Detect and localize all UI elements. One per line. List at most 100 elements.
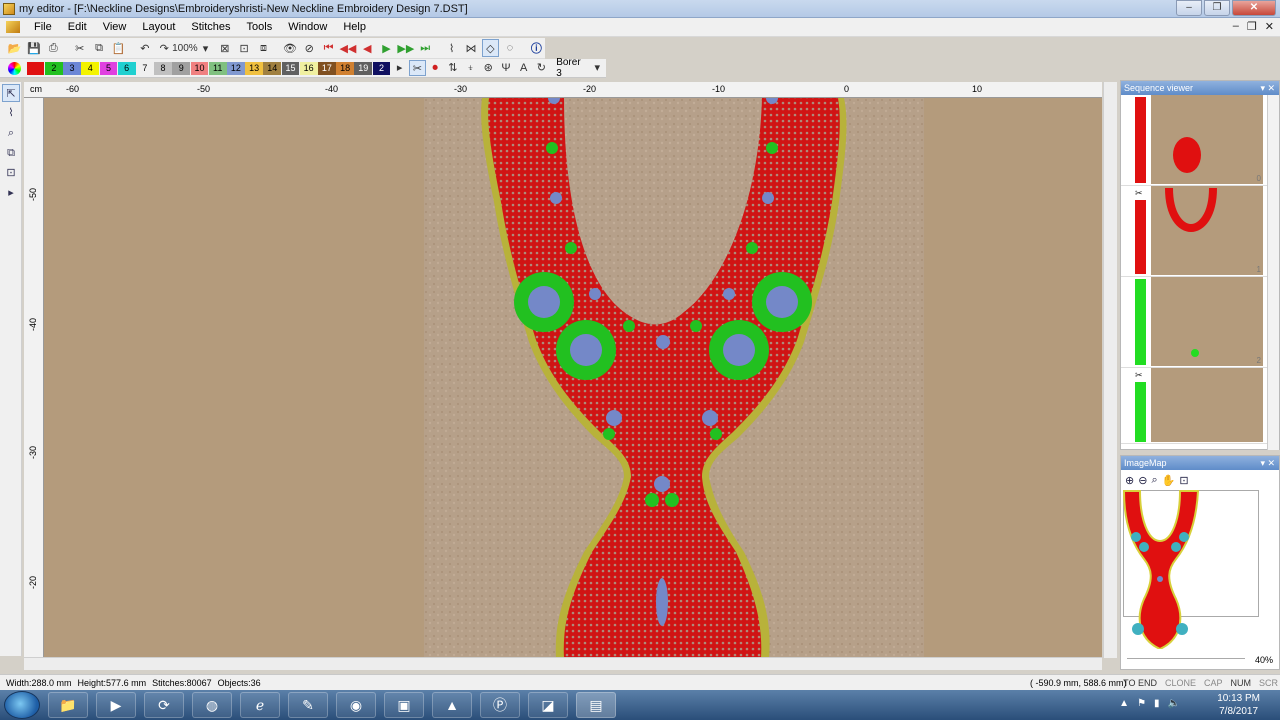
color-swatch[interactable]: 17	[318, 61, 336, 75]
sequence-scrollbar[interactable]	[1267, 95, 1279, 450]
menu-window[interactable]: Window	[280, 21, 335, 33]
hide-icon[interactable]: ⊘	[301, 39, 318, 57]
color-swatch[interactable]: 13	[245, 61, 263, 75]
zoom-slider[interactable]	[1127, 658, 1245, 659]
color-swatch[interactable]: 5	[99, 61, 118, 75]
fit-width-icon[interactable]: ⊡	[236, 39, 253, 57]
first-stitch-icon[interactable]: ⏮	[320, 39, 337, 57]
menu-layout[interactable]: Layout	[134, 21, 183, 33]
start-button[interactable]	[4, 691, 40, 719]
ie-icon[interactable]: ℯ	[240, 692, 280, 718]
color-swatch[interactable]: 12	[227, 61, 245, 75]
zoom-icon[interactable]: ⌕	[1151, 474, 1157, 487]
color-swatch[interactable]: 14	[263, 61, 282, 75]
next-stitch-icon[interactable]: ▶	[378, 39, 395, 57]
scissors-icon[interactable]: ✂	[408, 60, 427, 76]
vlc-icon[interactable]: ▲	[432, 692, 472, 718]
chevron-right-icon[interactable]: ▸	[2, 184, 20, 202]
color-swatch[interactable]: 18	[336, 61, 354, 75]
color-swatch[interactable]: 19	[354, 61, 373, 75]
zoom-out-icon[interactable]: ⊖	[1138, 474, 1147, 487]
stitch-edit-icon[interactable]: ⌇	[2, 104, 20, 122]
color-swatch[interactable]: 11	[208, 61, 227, 75]
prev-color-icon[interactable]: ◀◀	[339, 39, 356, 57]
sequence-item[interactable]: 0	[1121, 95, 1279, 186]
copy-icon[interactable]: ⧉	[90, 39, 107, 57]
cut-icon[interactable]: ✂	[71, 39, 88, 57]
close-icon[interactable]: ▾ ✕	[1260, 81, 1275, 95]
select-shape-icon[interactable]: ◇	[481, 39, 500, 57]
print-icon[interactable]: ⎙	[45, 39, 62, 57]
thread-select[interactable]: Borer 3	[556, 57, 588, 79]
firefox-icon[interactable]: ◍	[192, 692, 232, 718]
flag-icon[interactable]: ⚑	[1137, 698, 1146, 709]
horizontal-scrollbar[interactable]	[24, 657, 1102, 670]
p-app-icon[interactable]: Ⓟ	[480, 692, 520, 718]
doc-minimize-button[interactable]: –	[1233, 20, 1239, 33]
next-color-icon[interactable]: ▶▶	[397, 39, 414, 57]
color-swatch[interactable]: 4	[81, 61, 100, 75]
menu-stitches[interactable]: Stitches	[183, 21, 238, 33]
info-icon[interactable]: ⓘ	[528, 39, 545, 57]
color-swatch[interactable]: 16	[299, 61, 318, 75]
network-icon[interactable]: ▮	[1154, 698, 1160, 709]
color-swatch[interactable]	[26, 61, 45, 75]
show-hidden-icon[interactable]: ▲	[1119, 698, 1129, 709]
trim-icon[interactable]: ⇅	[444, 60, 462, 76]
color-swatch[interactable]: 6	[117, 61, 136, 75]
color-swatch[interactable]: 3	[63, 61, 81, 75]
paste-icon[interactable]: 📋	[110, 39, 127, 57]
color-swatch[interactable]: 10	[190, 61, 209, 75]
pan-icon[interactable]: ⧉	[2, 144, 20, 162]
menu-edit[interactable]: Edit	[60, 21, 95, 33]
sequence-item[interactable]: ✂ 1	[1121, 186, 1279, 277]
text-icon[interactable]: A	[515, 60, 533, 76]
menu-file[interactable]: File	[26, 21, 60, 33]
doc-restore-button[interactable]: ❐	[1247, 20, 1257, 33]
clock[interactable]: 10:13 PM 7/8/2017	[1217, 692, 1260, 718]
sequence-item[interactable]: 2	[1121, 277, 1279, 368]
select-icon[interactable]: ⇱	[2, 84, 20, 102]
media-player-icon[interactable]: ▶	[96, 692, 136, 718]
undo-icon[interactable]: ↶	[136, 39, 153, 57]
stop-icon[interactable]: ⏺	[426, 60, 444, 76]
design-canvas[interactable]: cm -60 -50 -40 -30 -20 -10 0 10 -50 -40 …	[24, 82, 1102, 658]
menu-view[interactable]: View	[95, 21, 135, 33]
zoom-icon[interactable]: ⌕	[2, 124, 20, 142]
jump-icon[interactable]: Ψ	[497, 60, 515, 76]
notepad-icon[interactable]: ✎	[288, 692, 328, 718]
hoop-icon[interactable]: ⊛	[479, 60, 497, 76]
close-button[interactable]: ✕	[1232, 0, 1276, 16]
sequence-item[interactable]: ✂	[1121, 368, 1279, 444]
fit-icon[interactable]: ⊡	[1179, 474, 1188, 487]
chevron-down-icon[interactable]: ▾	[588, 60, 606, 76]
measure-icon[interactable]: ⊡	[2, 164, 20, 182]
close-icon[interactable]: ▾ ✕	[1260, 456, 1275, 470]
hand-icon[interactable]: ✋	[1162, 474, 1176, 487]
open-icon[interactable]: 📂	[6, 39, 23, 57]
prev-stitch-icon[interactable]: ◀	[359, 39, 376, 57]
menu-help[interactable]: Help	[335, 21, 374, 33]
volume-icon[interactable]: 🔈	[1168, 698, 1180, 709]
doc-close-button[interactable]: ✕	[1265, 20, 1274, 33]
color-swatch[interactable]: 9	[172, 61, 191, 75]
color-swatch[interactable]: 2	[372, 61, 391, 75]
show-icon[interactable]: 👁	[281, 39, 298, 57]
chrome-icon[interactable]: ◉	[336, 692, 376, 718]
maximize-button[interactable]: ❐	[1204, 0, 1230, 16]
color-swatch[interactable]: 8	[154, 61, 172, 75]
app-window-icon[interactable]: ▣	[384, 692, 424, 718]
color-wheel-icon[interactable]	[8, 61, 21, 75]
rotate-icon[interactable]: ↻	[533, 60, 551, 76]
window-icon[interactable]: ◪	[528, 692, 568, 718]
minimize-button[interactable]: –	[1176, 0, 1202, 16]
redo-icon[interactable]: ↷	[156, 39, 173, 57]
needle-icon[interactable]: ⍖	[462, 60, 480, 76]
zoom-in-icon[interactable]: ⊕	[1125, 474, 1134, 487]
color-swatch[interactable]: 2	[44, 61, 63, 75]
lasso-icon[interactable]: ◌	[501, 39, 518, 57]
color-swatch[interactable]: 7	[136, 61, 154, 75]
explorer-icon[interactable]: 📁	[48, 692, 88, 718]
embroidery-editor-icon[interactable]: ▤	[576, 692, 616, 718]
stitch-path-icon[interactable]: ⌇	[443, 39, 460, 57]
